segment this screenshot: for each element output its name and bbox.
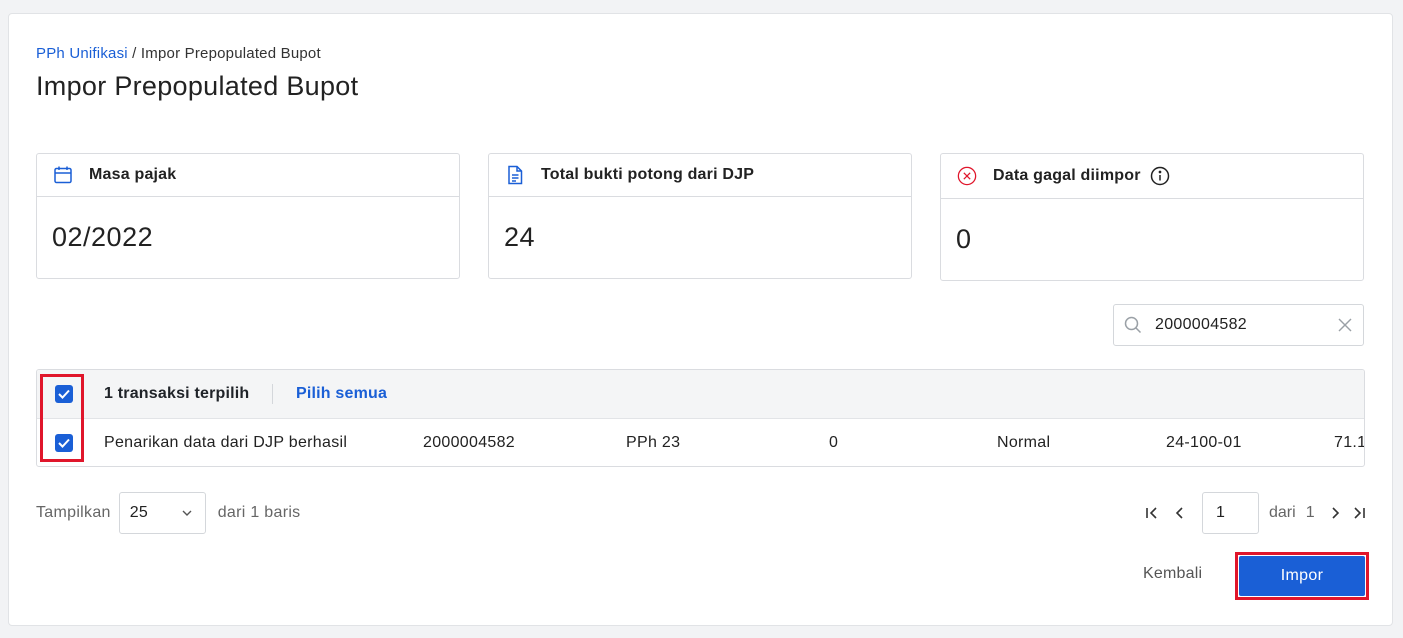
show-label: Tampilkan <box>36 504 111 521</box>
select-all-link[interactable]: Pilih semua <box>296 385 387 403</box>
selected-count: 1 transaksi terpilih <box>104 385 250 402</box>
calendar-icon <box>53 165 73 185</box>
breadcrumb-link-pph-unifikasi[interactable]: PPh Unifikasi <box>36 45 128 62</box>
cell-value: 0 <box>829 434 839 451</box>
stat-card-header: Masa pajak <box>37 154 459 197</box>
last-page-icon[interactable] <box>1349 503 1369 523</box>
page-number-input[interactable] <box>1202 492 1259 534</box>
page-size-control: Tampilkan 25 dari 1 baris <box>36 492 300 534</box>
back-button[interactable]: Kembali <box>1143 565 1202 583</box>
table-header: 1 transaksi terpilih Pilih semua <box>37 370 1364 419</box>
page-title: Impor Prepopulated Bupot <box>36 71 359 101</box>
stat-value: 02/2022 <box>52 222 154 252</box>
clear-icon[interactable] <box>1337 317 1353 333</box>
highlight-import-button <box>1235 552 1369 600</box>
info-icon[interactable] <box>1150 166 1170 186</box>
stat-value: 0 <box>956 224 972 254</box>
stat-label: Total bukti potong dari DJP <box>541 166 755 183</box>
stat-label: Data gagal diimpor <box>993 167 1141 184</box>
stat-value: 24 <box>504 222 536 252</box>
of-label: dari <box>1269 504 1296 521</box>
error-circle-icon <box>957 166 977 186</box>
page-size-value: 25 <box>129 504 149 521</box>
cell-status: Penarikan data dari DJP berhasil <box>104 434 348 451</box>
total-pages: 1 <box>1305 504 1315 521</box>
breadcrumb-separator: / <box>127 45 141 62</box>
page-size-select[interactable]: 25 <box>118 492 206 534</box>
table-row[interactable]: Penarikan data dari DJP berhasil 2000004… <box>37 419 1365 466</box>
breadcrumb-current: Impor Prepopulated Bupot <box>140 45 321 62</box>
document-icon <box>505 165 525 185</box>
first-page-icon[interactable] <box>1142 503 1162 523</box>
stat-card-data-gagal: Data gagal diimpor 0 <box>940 153 1364 281</box>
highlight-checkboxes <box>40 374 84 462</box>
cell-number: 2000004582 <box>423 434 515 451</box>
cell-type: Normal <box>997 434 1051 451</box>
prev-page-icon[interactable] <box>1170 503 1190 523</box>
search-input[interactable] <box>1155 316 1325 334</box>
cell-amount: 71.1 <box>1334 434 1365 451</box>
transactions-table: 1 transaksi terpilih Pilih semua Penarik… <box>36 369 1365 467</box>
search-icon <box>1124 316 1142 334</box>
stat-card-header: Total bukti potong dari DJP <box>489 154 911 197</box>
stat-card-total-bukti-potong: Total bukti potong dari DJP 24 <box>488 153 912 279</box>
stat-label: Masa pajak <box>89 166 177 183</box>
header-divider <box>272 384 273 404</box>
rows-label: dari 1 baris <box>217 504 301 521</box>
cell-code: 24-100-01 <box>1166 434 1242 451</box>
cell-tax-type: PPh 23 <box>626 434 681 451</box>
chevron-down-icon <box>182 510 192 516</box>
stat-card-masa-pajak: Masa pajak 02/2022 <box>36 153 460 279</box>
breadcrumb: PPh Unifikasi / Impor Prepopulated Bupot <box>36 45 321 62</box>
next-page-icon[interactable] <box>1325 503 1345 523</box>
pagination: dari 1 <box>1142 492 1369 534</box>
search-box <box>1113 304 1364 346</box>
main-card: PPh Unifikasi / Impor Prepopulated Bupot… <box>8 13 1393 626</box>
stat-card-header: Data gagal diimpor <box>941 154 1363 199</box>
